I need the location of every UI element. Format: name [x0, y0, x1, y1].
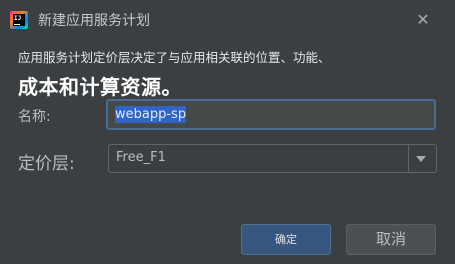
name-input[interactable]: webapp-sp	[106, 99, 436, 130]
intellij-idea-icon: IJ	[10, 11, 28, 29]
dialog-titlebar: IJ 新建应用服务计划 ✕	[0, 0, 455, 40]
name-label: 名称:	[18, 109, 51, 125]
description-line-1: 应用服务计划定价层决定了与应用相关联的位置、功能、	[18, 50, 331, 65]
pricing-tier-select[interactable]: Free_F1	[108, 144, 437, 173]
close-icon[interactable]: ✕	[414, 11, 432, 29]
description-line-2: 成本和计算资源。	[18, 75, 182, 99]
select-divider	[408, 145, 409, 172]
name-input-value: webapp-sp	[115, 106, 187, 123]
chevron-down-icon[interactable]	[416, 156, 426, 162]
pricing-tier-label: 定价层:	[18, 154, 75, 174]
app-icon-text: IJ	[14, 15, 22, 22]
cancel-button[interactable]: 取消	[346, 224, 436, 255]
pricing-tier-value: Free_F1	[116, 150, 166, 165]
dialog-title: 新建应用服务计划	[38, 13, 150, 29]
ok-button[interactable]: 确定	[241, 224, 331, 255]
